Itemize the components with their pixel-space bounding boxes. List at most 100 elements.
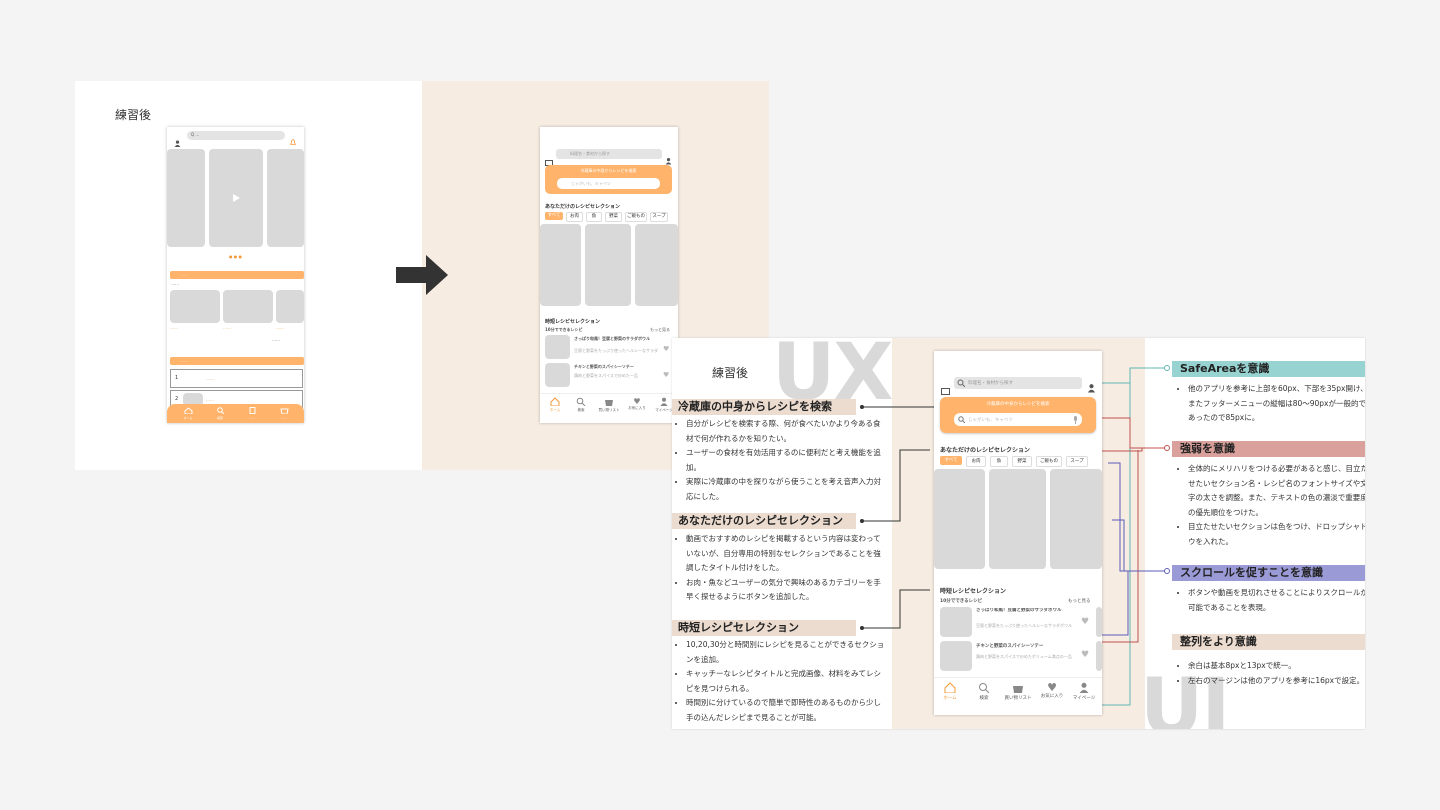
selection-title: あなただけのレシピセレクション xyxy=(940,447,1031,454)
recipe-thumb[interactable] xyxy=(545,335,570,359)
nav-basket[interactable]: …… xyxy=(271,407,297,420)
more-link[interactable]: もっと見る xyxy=(1068,598,1091,604)
microphone-icon[interactable] xyxy=(1073,416,1078,424)
chip-all[interactable]: すべて xyxy=(545,212,563,220)
fridge-search-input[interactable]: じゃがいも、キャベツ xyxy=(557,178,660,189)
play-icon xyxy=(233,194,240,202)
video-card[interactable] xyxy=(989,469,1046,569)
home-icon xyxy=(944,682,956,694)
jitan-subtitle: 10分でできるレシピ xyxy=(545,327,583,332)
nav-mypage[interactable]: マイページ xyxy=(1068,682,1100,701)
recipe-title[interactable]: チキンと野菜のスパイシーソテー xyxy=(976,643,1076,649)
heart-icon[interactable]: ♥ xyxy=(1081,617,1089,627)
search-input[interactable]: 料理名・食材から探す xyxy=(954,377,1082,389)
basket-icon xyxy=(1013,686,1023,693)
nav-notebook[interactable]: …… xyxy=(239,407,265,420)
nav-home[interactable]: ホーム xyxy=(936,682,964,701)
section-title-scroll: スクロールを促すことを意識 xyxy=(1172,565,1365,581)
annotated-phone-screen: 料理名・食材から探す 冷蔵庫の中身からレシピを検索 じゃがいも、キャベツ あなた… xyxy=(934,351,1102,715)
chip-rice[interactable]: ご飯もの xyxy=(1036,456,1062,467)
heart-icon[interactable]: ♥ xyxy=(663,345,669,353)
chip-rice[interactable]: ご飯もの xyxy=(625,212,647,222)
video-card[interactable] xyxy=(934,469,985,569)
chip-meat[interactable]: お肉 xyxy=(566,212,583,222)
slide-annotated: UX UI 練習後 冷蔵庫の中身からレシピを検索 自分がレシピを検索する際、何が… xyxy=(672,338,1365,729)
chip-fish[interactable]: 魚 xyxy=(586,212,602,222)
jitan-title: 時短レシピセレクション xyxy=(940,588,1007,595)
chip-fish[interactable]: 魚 xyxy=(990,456,1008,467)
fridge-search-input[interactable]: じゃがいも、キャベツ xyxy=(954,413,1082,426)
recipe-card-edge xyxy=(1096,607,1102,637)
banner-title: 冷蔵庫の中身からレシピを検索 xyxy=(986,402,1050,407)
recipe-thumb[interactable] xyxy=(545,363,570,387)
recipe-thumb[interactable] xyxy=(940,641,972,671)
search-icon xyxy=(958,416,965,423)
heart-icon[interactable]: ♥ xyxy=(1081,650,1089,660)
user-icon xyxy=(660,397,668,406)
user-icon[interactable] xyxy=(1087,378,1096,393)
fridge-icon[interactable] xyxy=(545,151,553,166)
chip-veg[interactable]: 野菜 xyxy=(605,212,622,222)
nav-search[interactable]: 検索 xyxy=(568,397,594,413)
nav-favorites[interactable]: ♥ お気に入り xyxy=(1037,682,1067,699)
video-card[interactable] xyxy=(209,149,263,247)
nav-home[interactable]: ホーム xyxy=(175,407,201,420)
category-chips: すべて お肉 魚 野菜 ご飯もの スープ xyxy=(940,456,1102,467)
more-link[interactable]: もっと見る xyxy=(650,327,670,333)
user-icon xyxy=(1079,682,1089,693)
chip-meat[interactable]: お肉 xyxy=(966,456,986,467)
recipe-title[interactable]: さっぱり和風！豆腐と野菜のサラダボウル xyxy=(976,608,1076,614)
selection-title: あなただけのレシピセレクション xyxy=(545,204,621,210)
search-input[interactable]: 料理名・食材から探す xyxy=(556,149,662,159)
nav-search[interactable]: 検索 xyxy=(207,407,233,420)
basket-icon xyxy=(605,400,613,406)
recipe-card[interactable] xyxy=(223,290,273,323)
recipe-card[interactable] xyxy=(170,290,220,323)
section-header: …… xyxy=(170,271,304,279)
chip-soup[interactable]: スープ xyxy=(650,212,668,222)
video-card[interactable] xyxy=(1050,469,1102,569)
recipe-title[interactable]: さっぱり和風！豆腐と野菜のサラダボウル xyxy=(574,336,660,342)
bottom-nav: ホーム 検索 …… …… xyxy=(167,404,304,423)
chip-soup[interactable]: スープ xyxy=(1066,456,1088,467)
recipe-title[interactable]: チキンと野菜のスパイシーソテー xyxy=(574,364,660,370)
list-item[interactable]: 1 …… xyxy=(170,369,303,388)
section-header: …… xyxy=(170,357,304,365)
section-subtitle: …… xyxy=(171,281,179,286)
fridge-icon[interactable] xyxy=(941,380,950,395)
nav-search[interactable]: 検索 xyxy=(970,682,998,701)
chip-veg[interactable]: 野菜 xyxy=(1012,456,1032,467)
card-caption: …… xyxy=(276,325,284,330)
recipe-desc: 鶏肉と野菜をスパイスで炒めたボリューム満点の一品 xyxy=(976,654,1072,659)
more-link[interactable]: …… xyxy=(272,337,280,342)
video-card[interactable] xyxy=(267,149,304,247)
jitan-title: 時短レシピセレクション xyxy=(545,319,601,325)
video-card[interactable] xyxy=(635,224,678,306)
user-icon[interactable] xyxy=(174,132,181,147)
bell-icon[interactable] xyxy=(289,131,297,145)
bullets-alignment: 余白は基本8pxと13pxで統一。 左右のマージンは他のアプリを参考に16pxで… xyxy=(1174,659,1365,688)
home-icon xyxy=(184,407,192,415)
card-caption: …… xyxy=(170,325,178,330)
video-card[interactable] xyxy=(540,224,581,306)
video-card[interactable] xyxy=(585,224,631,306)
heart-icon[interactable]: ♥ xyxy=(663,371,669,379)
bullets-contrast: 全体的にメリハリをつける必要があると感じ、目立たせたいセクション名・レシピ名のフ… xyxy=(1174,462,1365,549)
video-card[interactable] xyxy=(167,149,205,247)
heart-icon: ♥ xyxy=(1047,681,1057,694)
home-icon xyxy=(550,397,560,407)
fridge-search-banner: 冷蔵庫の中身からレシピを検索 じゃがいも、キャベツ xyxy=(940,397,1096,433)
nav-home[interactable]: ホーム xyxy=(542,397,568,413)
user-icon[interactable] xyxy=(665,150,672,165)
nav-favorites[interactable]: ♥ お気に入り xyxy=(624,397,650,411)
notebook-icon xyxy=(249,407,255,414)
chip-all[interactable]: すべて xyxy=(940,456,962,465)
nav-shopping-list[interactable]: 買い物リスト xyxy=(594,397,624,413)
search-input[interactable]: Q … xyxy=(187,131,285,140)
search-icon xyxy=(979,683,990,694)
recipe-card[interactable] xyxy=(276,290,304,323)
fridge-search-banner: 冷蔵庫の中身からレシピを検索 じゃがいも、キャベツ xyxy=(545,165,672,194)
recipe-thumb[interactable] xyxy=(940,607,972,637)
recipe-desc: 豆腐と野菜をたっぷり使ったヘルシーなサラダ xyxy=(574,348,658,353)
nav-shopping-list[interactable]: 買い物リスト xyxy=(1000,682,1036,701)
